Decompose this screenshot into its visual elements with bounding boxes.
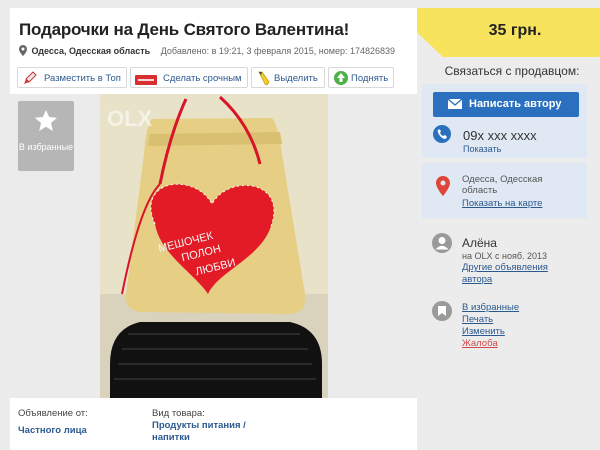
envelope-icon <box>448 99 462 109</box>
map-pin-icon <box>436 176 450 196</box>
price-tag: 35 грн. <box>417 8 600 57</box>
listing-title: Подарочки на День Святого Валентина! <box>19 20 350 39</box>
listing-photo[interactable]: МЕШОЧЕК ПОЛОН ЛЮБВИ OLX <box>100 94 328 398</box>
add-to-favorites-button[interactable]: В избранные <box>18 101 74 171</box>
other-ads-link[interactable]: Другие объявления автора <box>462 262 562 286</box>
seller-type-label: Объявление от: <box>18 408 88 419</box>
phone-icon <box>433 125 451 143</box>
add-favorites-link[interactable]: В избранные <box>462 302 519 314</box>
photo-area: В избранные МЕШОЧЕК ПОЛОН ЛЮБВИ OLX <box>10 94 417 398</box>
seller-since: на OLX с нояб. 2013 <box>462 251 548 261</box>
complaint-link[interactable]: Жалоба <box>462 338 519 350</box>
user-avatar-icon <box>432 233 452 253</box>
product-type-value[interactable]: Продукты питания / напитки <box>152 420 272 444</box>
star-icon <box>35 110 57 131</box>
lift-icon <box>334 71 348 85</box>
pencil-icon <box>258 71 270 86</box>
write-author-button[interactable]: Написать автору <box>433 92 579 117</box>
product-type-label: Вид товара: <box>152 408 205 419</box>
location-pin-icon <box>19 45 27 56</box>
seller-type-value[interactable]: Частного лица <box>18 425 138 437</box>
bookmark-icon <box>432 301 452 321</box>
detail-seller-type: Объявление от: Частного лица <box>18 408 138 437</box>
print-link[interactable]: Печать <box>462 314 519 326</box>
contact-seller-label: Связаться с продавцом: <box>444 64 580 78</box>
show-on-map-link[interactable]: Показать на карте <box>462 198 542 209</box>
olx-watermark: OLX <box>107 106 153 131</box>
highlight-button[interactable]: Выделить <box>251 67 325 88</box>
listing-main: Подарочки на День Святого Валентина! Оде… <box>10 8 417 450</box>
price: 35 грн. <box>488 22 542 39</box>
detail-product-type: Вид товара: Продукты питания / напитки <box>152 408 272 444</box>
favorites-label: В избранные <box>18 142 74 152</box>
lift-button[interactable]: Поднять <box>328 67 394 88</box>
top-placement-button[interactable]: Разместить в Топ <box>17 67 127 88</box>
rocket-icon <box>24 71 37 84</box>
seller-location: Одесса, Одесская область <box>462 174 543 196</box>
seller-name: Алёна <box>462 236 497 250</box>
ad-links: В избранные Печать Изменить Жалоба <box>462 302 519 350</box>
make-urgent-button[interactable]: Сделать срочным <box>130 67 248 88</box>
urgent-tag-icon <box>135 75 157 85</box>
gift-bag-image: МЕШОЧЕК ПОЛОН ЛЮБВИ <box>100 94 328 398</box>
listing-location: Одесса, Одесская область <box>31 46 151 56</box>
phone-number: 09x xxx xxxx <box>463 128 537 143</box>
show-phone-link[interactable]: Показать <box>463 144 501 154</box>
edit-link[interactable]: Изменить <box>462 326 519 338</box>
listing-meta: Одесса, Одесская область Добавлено: в 19… <box>19 45 395 56</box>
listing-added-info: Добавлено: в 19:21, 3 февраля 2015, номе… <box>160 46 396 56</box>
